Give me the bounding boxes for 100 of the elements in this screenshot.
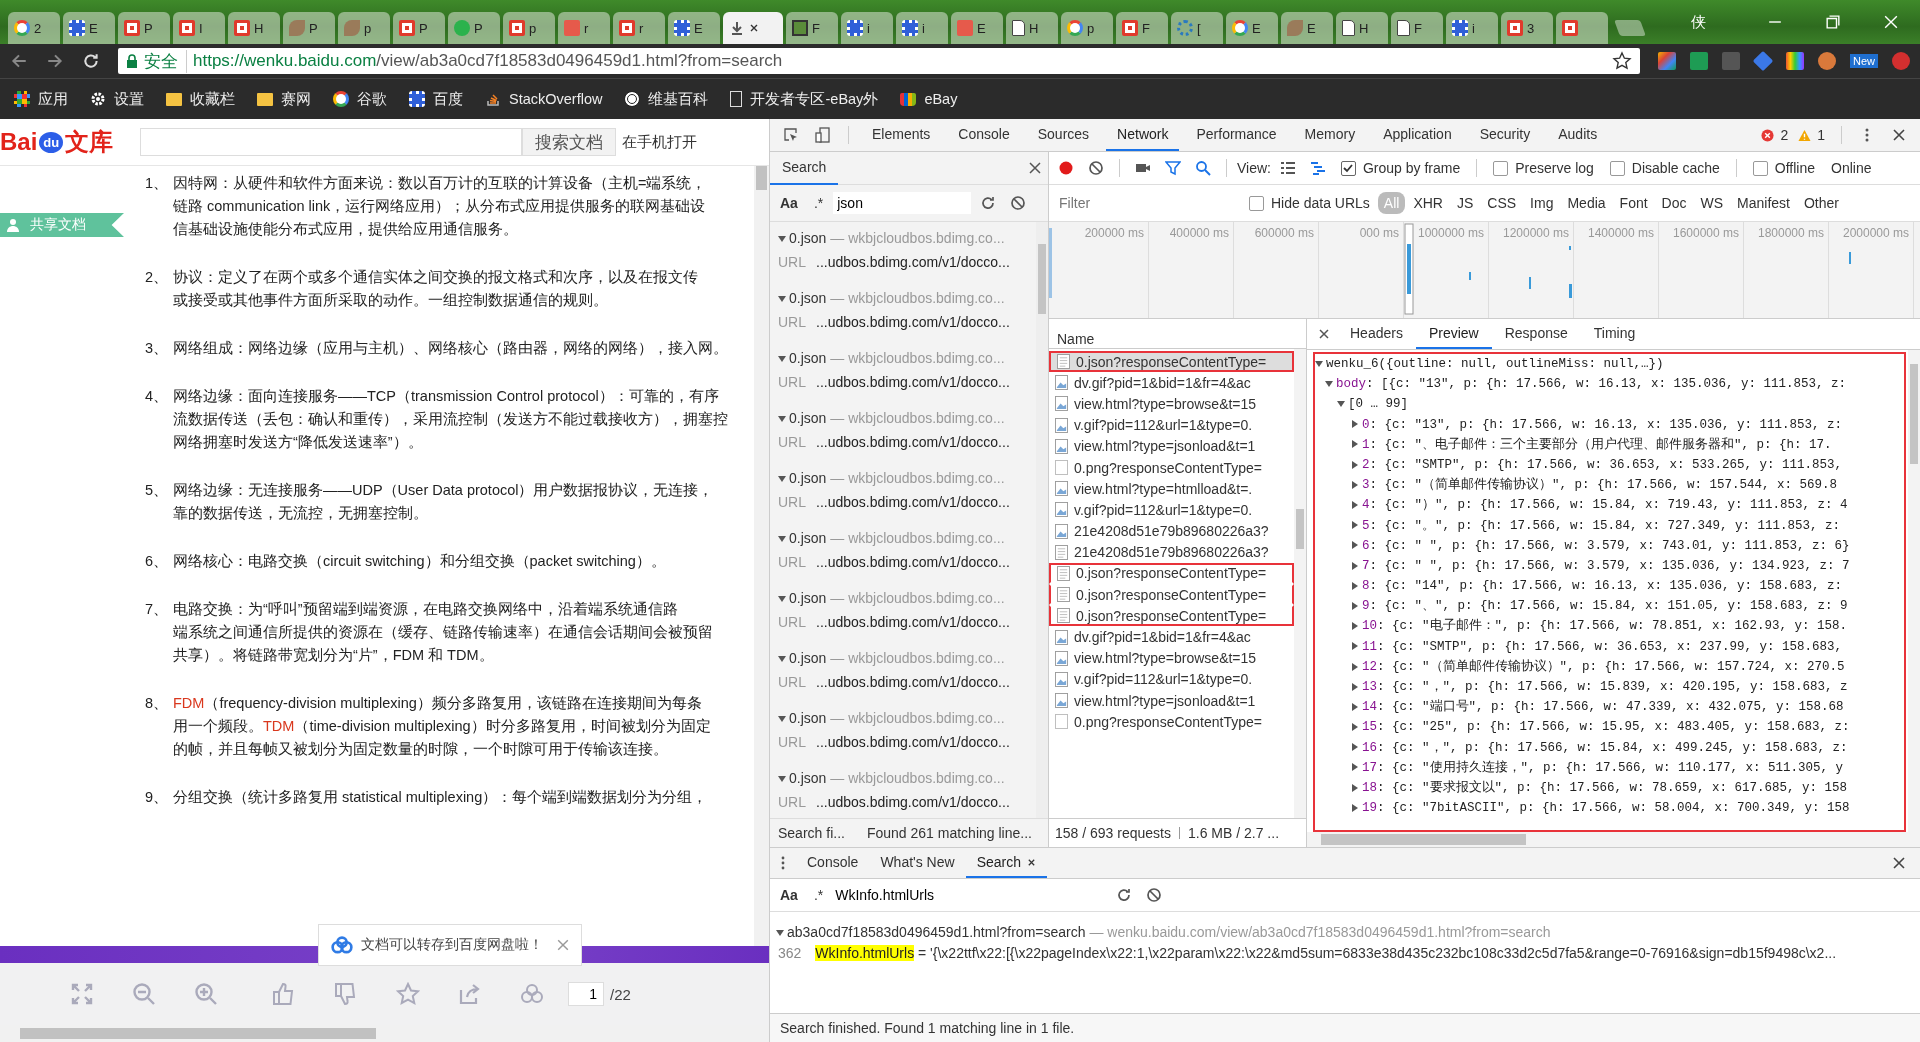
collapse-icon[interactable] [1351, 763, 1359, 772]
collapse-icon[interactable] [1351, 460, 1359, 469]
expand-icon[interactable] [778, 235, 786, 244]
request-row[interactable]: 0.json?responseContentType= [1049, 605, 1294, 627]
refresh-icon[interactable] [1116, 887, 1133, 903]
browser-tab[interactable]: H [1006, 12, 1058, 44]
clear-icon[interactable] [1010, 195, 1027, 211]
browser-tab[interactable]: p [1061, 12, 1113, 44]
new-tab-button[interactable] [1614, 20, 1646, 36]
collapse-icon[interactable] [1351, 440, 1359, 449]
search-field[interactable] [140, 128, 522, 156]
drawer-tab[interactable]: What's New [869, 848, 966, 878]
scrollbar[interactable] [0, 1025, 769, 1042]
result-file[interactable]: 0.json — wkbjcloudbos.bdimg.co... [778, 766, 1036, 790]
type-filter[interactable]: XHR [1407, 192, 1449, 214]
option-checkbox[interactable]: Disable cache [1609, 160, 1720, 176]
collapse-icon[interactable] [1351, 480, 1359, 489]
mobile-link[interactable]: 在手机打开 [622, 132, 697, 152]
json-line[interactable]: body: [{c: "13", p: {h: 17.566, w: 16.13, x: 135.036, y: 111.853, z: [1315, 374, 1904, 395]
result-file[interactable]: ab3a0cd7f18583d0496459d1.html?from=search — wenku.baidu.com/view/ab3a0cd7f18583d0496459d1.html?from=search [776, 922, 1920, 943]
browser-tab[interactable]: i [1446, 12, 1498, 44]
option-checkbox[interactable]: Hide data URLs [1249, 195, 1370, 211]
json-line[interactable]: 14: {c: "端口号", p: {h: 17.566, w: 47.339, x: 432.075, y: 158.68 [1315, 697, 1904, 718]
browser-tab[interactable]: i [896, 12, 948, 44]
bookmark[interactable]: 谷歌 [333, 89, 387, 109]
json-line[interactable]: 7: {c: " ", p: {h: 17.566, w: 3.579, x: 135.036, y: 134.923, z: 7 [1315, 555, 1904, 577]
browser-tab[interactable]: I [173, 12, 225, 44]
expand-icon[interactable] [778, 415, 786, 424]
extension-icon[interactable] [1786, 52, 1804, 70]
request-row[interactable]: view.html?type=htmlload&t=. [1049, 478, 1294, 500]
bookmark[interactable]: StackOverflow [485, 91, 603, 107]
drawer-tab[interactable]: Search [965, 848, 1047, 878]
request-row[interactable]: v.gif?pid=112&url=1&type=0. [1049, 668, 1294, 690]
clear-icon[interactable] [1146, 887, 1163, 903]
checkbox[interactable] [1341, 160, 1356, 176]
request-row[interactable]: view.html?type=jsonload&t=1 [1049, 690, 1294, 712]
bookmark[interactable]: 赛网 [257, 89, 311, 109]
collapse-icon[interactable] [1351, 743, 1359, 752]
record-icon[interactable] [1058, 160, 1074, 176]
request-row[interactable]: 0.png?responseContentType= [1049, 456, 1294, 479]
request-row[interactable]: view.html?type=browse&t=15 [1049, 393, 1294, 415]
browser-tab[interactable]: p [503, 12, 555, 44]
result-file[interactable]: 0.json — wkbjcloudbos.bdimg.co... [778, 406, 1036, 430]
collapse-icon[interactable] [1351, 783, 1359, 792]
collapse-icon[interactable] [1351, 682, 1359, 691]
close-icon[interactable] [1027, 160, 1043, 176]
browser-tab[interactable]: E [63, 12, 115, 44]
result-match[interactable]: ...udbos.bdimg.com/v1/docco... [816, 670, 1010, 694]
collapse-icon[interactable] [1351, 662, 1359, 671]
type-filter[interactable]: Font [1613, 192, 1654, 214]
json-line[interactable]: 15: {c: "25", p: {h: 17.566, w: 15.95, x: 483.405, y: 158.683, z: [1315, 717, 1904, 738]
request-row[interactable]: v.gif?pid=112&url=1&type=0. [1049, 414, 1294, 436]
browser-tab[interactable]: 3 [1501, 12, 1553, 44]
json-line[interactable]: 4: {c: "）", p: {h: 17.566, w: 15.84, x: 719.43, y: 111.853, z: 4 [1315, 495, 1904, 516]
result-match[interactable]: ...udbos.bdimg.com/v1/docco... [816, 310, 1010, 334]
devtools-tab[interactable]: Audits [1547, 119, 1609, 151]
request-row[interactable]: 21e4208d51e79b89680226a3? [1049, 541, 1294, 563]
result-match[interactable]: ...udbos.bdimg.com/v1/docco... [816, 730, 1010, 754]
bookmark[interactable]: 应用 [14, 89, 68, 109]
waterfall-icon[interactable] [1310, 160, 1326, 176]
scrollbar[interactable] [1294, 349, 1306, 818]
checkbox[interactable] [1493, 160, 1509, 176]
devtools-tab[interactable]: Performance [1185, 119, 1288, 151]
devtools-tab[interactable]: Application [1372, 119, 1463, 151]
browser-tab[interactable]: i [841, 12, 893, 44]
maximize-icon[interactable] [1826, 15, 1840, 29]
expand-icon[interactable] [1315, 359, 1323, 368]
browser-tab[interactable]: r [613, 12, 665, 44]
reload-icon[interactable] [82, 52, 100, 70]
collapse-icon[interactable] [1351, 541, 1359, 550]
type-filter[interactable]: Media [1561, 192, 1612, 214]
star-icon[interactable] [396, 982, 420, 1006]
devtools-tab[interactable]: Memory [1293, 119, 1367, 151]
browser-tab[interactable]: P [283, 12, 335, 44]
detail-tab[interactable]: Preview [1415, 319, 1492, 349]
browser-tab[interactable]: E [1281, 12, 1333, 44]
browser-tab[interactable] [1556, 12, 1608, 44]
json-line[interactable]: 5: {c: "。", p: {h: 17.566, w: 15.84, x: 727.349, y: 111.853, z: [1315, 515, 1904, 536]
list-icon[interactable] [1280, 160, 1296, 176]
clear-icon[interactable] [1088, 160, 1104, 176]
drawer-tab[interactable]: Console [796, 848, 870, 878]
result-file[interactable]: 0.json — wkbjcloudbos.bdimg.co... [778, 346, 1036, 370]
refresh-icon[interactable] [980, 195, 997, 211]
devtools-tab[interactable]: Network [1106, 119, 1180, 151]
close-icon[interactable] [1027, 857, 1036, 867]
json-line[interactable]: 1: {c: "、电子邮件：三个主要部分（用户代理、邮件服务器和", p: {h: 17. [1315, 434, 1904, 455]
json-line[interactable]: 13: {c: "，", p: {h: 17.566, w: 15.839, x: 420.195, y: 158.683, z [1315, 677, 1904, 698]
collapse-icon[interactable] [1351, 803, 1359, 812]
type-filter[interactable]: Doc [1655, 192, 1693, 214]
request-row[interactable]: 21e4208d51e79b89680226a3? [1049, 520, 1294, 542]
search-panel-tab[interactable]: Search [770, 151, 838, 185]
collapse-icon[interactable] [1351, 702, 1359, 711]
browser-tab[interactable]: P [393, 12, 445, 44]
extension-badge[interactable]: New [1850, 54, 1878, 68]
thumbs-down-icon[interactable] [334, 982, 358, 1006]
device-icon[interactable] [815, 127, 831, 143]
browser-tab[interactable]: [ [1171, 12, 1223, 44]
checkbox[interactable] [1752, 160, 1768, 176]
star-icon[interactable] [1612, 51, 1632, 71]
type-filter[interactable]: CSS [1481, 192, 1523, 214]
